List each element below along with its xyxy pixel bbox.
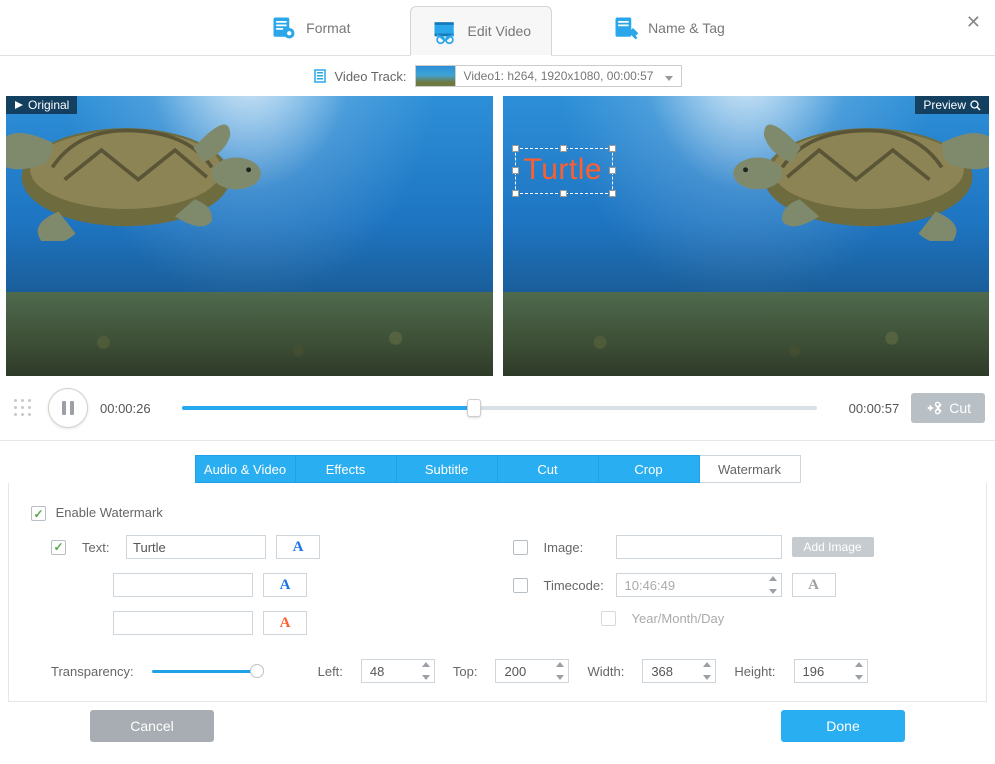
tab-format-label: Format [306,20,350,36]
tab-name-tag[interactable]: Name & Tag [592,0,745,55]
ymd-checkbox[interactable] [601,611,616,626]
tab-format[interactable]: Format [250,0,370,55]
original-label: Original [6,96,77,114]
play-pause-button[interactable] [48,388,88,428]
subtab-subtitle[interactable]: Subtitle [397,455,498,483]
left-input[interactable] [361,659,435,683]
subtab-cut[interactable]: Cut [498,455,599,483]
done-button[interactable]: Done [781,710,905,742]
video-track-value: Video1: h264, 1920x1080, 00:00:57 [456,69,682,83]
height-input[interactable] [794,659,868,683]
width-label: Width: [587,664,624,679]
turtle-image [6,106,274,241]
subtab-effects[interactable]: Effects [296,455,397,483]
timecode-checkbox[interactable] [513,578,528,593]
magnifier-icon [970,100,981,111]
text-label: Text: [82,540,116,555]
top-input[interactable] [495,659,569,683]
cut-button[interactable]: Cut [911,393,985,423]
subtab-crop[interactable]: Crop [599,455,700,483]
track-icon [313,69,327,83]
left-label: Left: [318,664,343,679]
image-path-input[interactable] [616,535,782,559]
timecode-label: Timecode: [544,578,606,593]
seek-slider[interactable] [182,399,817,417]
transparency-slider[interactable] [152,663,262,679]
tab-edit-video[interactable]: Edit Video [410,6,552,56]
video-track-select[interactable]: Video1: h264, 1920x1080, 00:00:57 [415,65,683,87]
timecode-input[interactable] [616,573,782,597]
watermark-bounding-box[interactable]: Turtle [515,148,614,194]
play-icon [14,100,24,110]
watermark-text-input-3[interactable] [113,611,253,635]
width-input[interactable] [642,659,716,683]
font-button-1[interactable]: A [276,535,320,559]
enable-watermark-label: Enable Watermark [56,505,163,520]
preview-label: Preview [915,96,989,114]
transparency-label: Transparency: [51,664,134,679]
watermark-text[interactable]: Turtle [524,153,603,186]
current-time: 00:00:26 [100,401,170,416]
cancel-button[interactable]: Cancel [90,710,214,742]
scissors-icon [925,399,943,417]
turtle-image [721,106,989,241]
tab-edit-video-label: Edit Video [467,23,531,39]
result-preview: Turtle Preview [503,96,990,376]
watermark-text-input-2[interactable] [113,573,253,597]
main-tabs: Format Edit Video Name & Tag ✕ [0,0,995,56]
tab-name-tag-label: Name & Tag [648,20,725,36]
height-label: Height: [734,664,775,679]
original-preview: Original [6,96,493,376]
font-button-2[interactable]: A [263,573,307,597]
watermark-text-input-1[interactable] [126,535,266,559]
edit-subtabs: Audio & Video Effects Subtitle Cut Crop … [0,455,995,483]
font-button-3[interactable]: A [263,611,307,635]
image-watermark-checkbox[interactable] [513,540,528,555]
subtab-watermark[interactable]: Watermark [700,455,801,483]
timecode-font-button[interactable]: A [792,573,836,597]
total-time: 00:00:57 [829,401,899,416]
top-label: Top: [453,664,478,679]
drag-handle-icon[interactable] [10,395,36,421]
watermark-panel: Enable Watermark Text: A A A [8,483,987,702]
close-icon[interactable]: ✕ [966,12,981,33]
add-image-button[interactable]: Add Image [792,537,874,557]
enable-watermark-checkbox[interactable] [31,506,46,521]
track-thumbnail [416,66,456,86]
video-track-label: Video Track: [335,69,407,84]
image-label: Image: [544,540,606,555]
text-watermark-checkbox[interactable] [51,540,66,555]
ymd-label: Year/Month/Day [632,611,725,626]
subtab-audio-video[interactable]: Audio & Video [195,455,296,483]
